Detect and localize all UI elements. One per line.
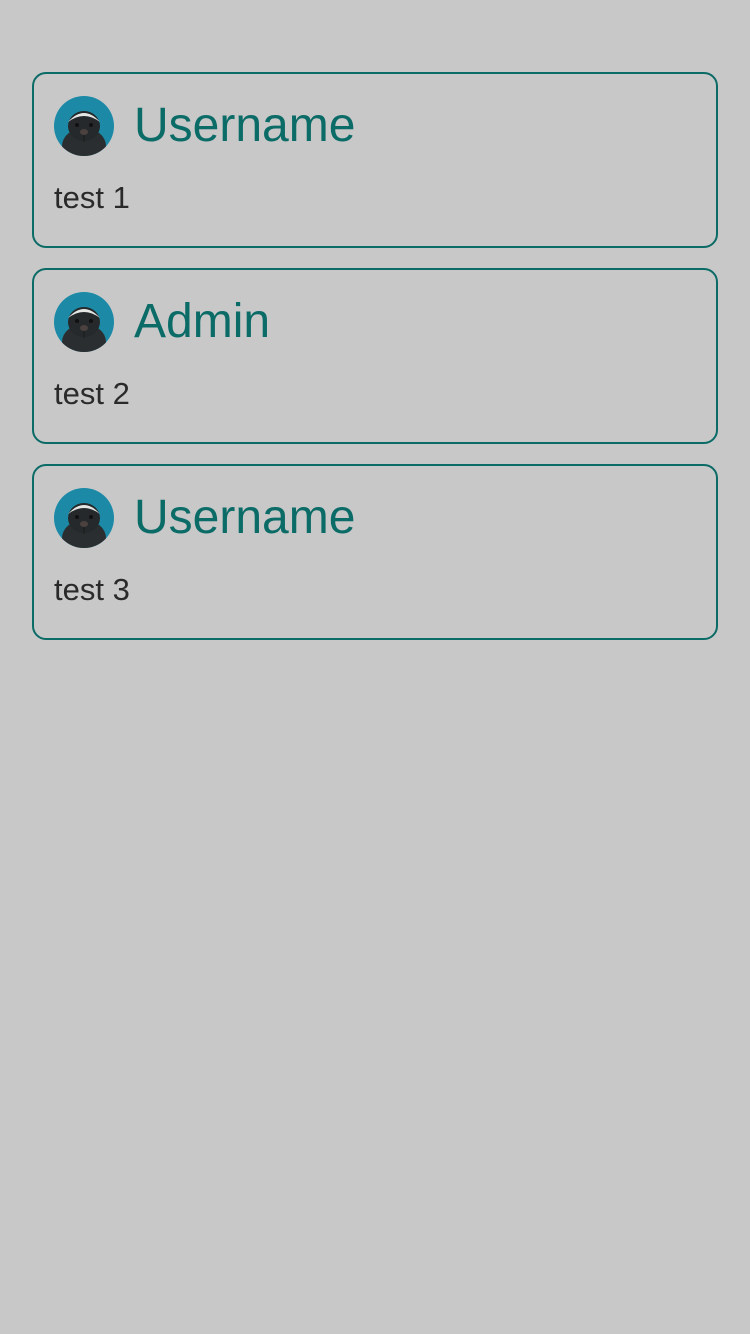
- post-card[interactable]: Username test 1: [32, 72, 718, 248]
- post-header: Admin: [54, 292, 270, 352]
- post-author[interactable]: Username: [134, 488, 355, 548]
- post-text: test 1: [54, 180, 130, 215]
- avatar[interactable]: [54, 96, 114, 156]
- honey-badger-icon: [54, 96, 114, 156]
- avatar[interactable]: [54, 488, 114, 548]
- honey-badger-icon: [54, 488, 114, 548]
- post-text: test 2: [54, 376, 130, 411]
- post-header: Username: [54, 96, 355, 156]
- post-text: test 3: [54, 572, 130, 607]
- post-feed: Username test 1 Admin test 2 Username te…: [32, 72, 718, 660]
- post-card[interactable]: Admin test 2: [32, 268, 718, 444]
- post-header: Username: [54, 488, 355, 548]
- post-author[interactable]: Admin: [134, 292, 270, 352]
- avatar[interactable]: [54, 292, 114, 352]
- post-card[interactable]: Username test 3: [32, 464, 718, 640]
- post-author[interactable]: Username: [134, 96, 355, 156]
- honey-badger-icon: [54, 292, 114, 352]
